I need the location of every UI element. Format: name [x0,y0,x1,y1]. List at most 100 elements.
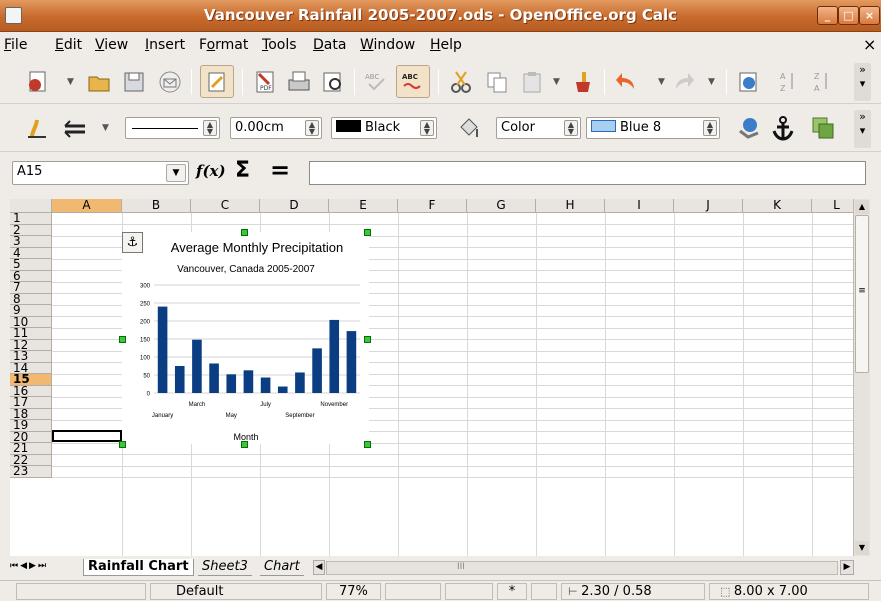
open-folder-icon[interactable] [86,69,112,95]
menu-edit[interactable]: Edit [55,37,82,53]
print-icon[interactable] [286,69,312,95]
area-color-select[interactable]: Blue 8 ▲ ▼ [586,117,720,139]
sort-descending-icon[interactable]: ZA [808,69,834,95]
zoom-level[interactable]: 77% [326,583,381,600]
scroll-down-icon[interactable]: ▼ [855,541,869,555]
spreadsheet-grid[interactable]: A B C D E F G H I J K L 1 2 3 4 5 6 7 8 9 10 11 12 1… [10,199,853,556]
line-style-icon[interactable] [24,115,50,141]
column-header-K[interactable]: K [743,199,812,213]
area-fill-icon[interactable] [456,115,482,141]
line-width-input[interactable]: 0.00cm ▲ ▼ [230,117,322,139]
column-header-J[interactable]: J [674,199,743,213]
redo-icon[interactable] [670,69,696,95]
column-header-G[interactable]: G [467,199,536,213]
active-cell-cursor[interactable] [52,430,122,442]
hyperlink-icon[interactable] [736,69,762,95]
drawing-toolbar-overflow-button[interactable]: » ▾ [854,110,871,148]
document-modified-indicator[interactable]: * [497,583,527,600]
function-wizard-button[interactable]: f(x) [196,162,226,180]
scroll-up-icon[interactable]: ▲ [855,200,869,214]
scroll-left-icon[interactable]: ◀ [313,560,325,575]
undo-icon[interactable] [614,69,640,95]
resize-handle-bottom-left[interactable] [119,441,126,448]
resize-handle-left[interactable] [119,336,126,343]
tab-sheet3[interactable]: Sheet3 [198,559,252,576]
paste-icon[interactable] [519,69,545,95]
spellcheck-icon[interactable]: ABC [363,69,389,95]
sort-ascending-icon[interactable]: AZ [774,69,800,95]
paste-dropdown-icon[interactable]: ▼ [553,77,560,87]
menu-insert[interactable]: Insert [145,37,185,53]
redo-dropdown-icon[interactable]: ▼ [708,77,715,87]
menu-help[interactable]: Help [430,37,462,53]
page-preview-icon[interactable] [320,69,346,95]
column-header-A[interactable]: A [52,199,122,213]
email-icon[interactable] [157,69,183,95]
function-button[interactable]: = [270,156,290,184]
area-color-spinner-icon[interactable]: ▲ ▼ [703,120,717,136]
area-style-spinner-icon[interactable]: ▲ ▼ [564,120,578,136]
vertical-scrollbar[interactable]: ▲ ≡ ▼ [853,199,870,556]
toolbar-overflow-button[interactable]: » ▾ [854,63,871,101]
cut-icon[interactable] [448,69,474,95]
autospellcheck-toggle[interactable]: ABC [396,65,430,98]
column-header-C[interactable]: C [191,199,260,213]
chart-object[interactable]: ⚓ Average Monthly Precipitation Vancouve… [122,232,369,444]
close-document-button[interactable]: × [863,35,876,54]
menu-window[interactable]: Window [360,37,415,53]
resize-handle-top-right[interactable] [364,229,371,236]
arrow-style-dropdown-icon[interactable]: ▼ [102,123,109,133]
undo-dropdown-icon[interactable]: ▼ [658,77,665,87]
column-header-D[interactable]: D [260,199,329,213]
scroll-right-icon[interactable]: ▶ [840,560,854,575]
resize-handle-top[interactable] [241,229,248,236]
column-header-E[interactable]: E [329,199,398,213]
horizontal-scroll-thumb[interactable]: III [457,562,465,572]
sheet-navigation-buttons[interactable]: ⏮◀▶⏭ [10,561,48,571]
bring-to-front-icon[interactable] [810,115,836,141]
menu-file[interactable]: File [4,37,27,53]
resize-handle-right[interactable] [364,336,371,343]
maximize-button[interactable]: □ [838,6,859,25]
menu-tools[interactable]: Tools [262,37,297,53]
close-window-button[interactable]: × [859,6,880,25]
page-style[interactable]: Default [150,583,322,600]
line-style-spinner-icon[interactable]: ▲ ▼ [203,120,217,136]
anchor-icon[interactable] [770,115,796,141]
name-box[interactable]: A15 ▼ [12,161,189,185]
line-style-select[interactable]: ▲ ▼ [125,117,220,139]
shadow-icon[interactable] [736,115,762,141]
menu-format[interactable]: Format [199,37,248,53]
selection-mode[interactable] [445,583,493,600]
formula-input[interactable] [309,161,866,185]
line-color-select[interactable]: Black ▲ ▼ [331,117,437,139]
new-dropdown-icon[interactable]: ▼ [67,77,74,87]
line-width-spinner-icon[interactable]: ▲ ▼ [305,120,319,136]
new-document-icon[interactable] [24,69,50,95]
arrow-style-icon[interactable] [62,115,88,141]
tab-chart[interactable]: Chart [260,559,304,576]
row-header-23[interactable]: 23 [10,465,52,478]
menu-view[interactable]: View [95,37,128,53]
area-style-select[interactable]: Color ▲ ▼ [496,117,581,139]
column-header-L[interactable]: L [812,199,853,213]
column-header-H[interactable]: H [536,199,605,213]
column-header-I[interactable]: I [605,199,674,213]
export-pdf-icon[interactable]: PDF [252,69,278,95]
resize-handle-bottom-right[interactable] [364,441,371,448]
insert-mode[interactable] [385,583,441,600]
column-header-F[interactable]: F [398,199,467,213]
copy-icon[interactable] [484,69,510,95]
column-header-B[interactable]: B [122,199,191,213]
resize-handle-bottom[interactable] [241,441,248,448]
tab-rainfall-chart[interactable]: Rainfall Chart [83,559,194,576]
line-color-spinner-icon[interactable]: ▲ ▼ [420,120,434,136]
edit-mode-toggle[interactable] [200,65,234,98]
vertical-scroll-thumb[interactable]: ≡ [855,215,869,373]
name-box-dropdown-icon[interactable]: ▼ [166,164,186,182]
menu-data[interactable]: Data [313,37,346,53]
horizontal-scrollbar[interactable]: III [326,561,838,575]
save-icon[interactable] [121,69,147,95]
clone-formatting-icon[interactable] [570,69,596,95]
sum-button[interactable]: Σ [235,158,250,183]
